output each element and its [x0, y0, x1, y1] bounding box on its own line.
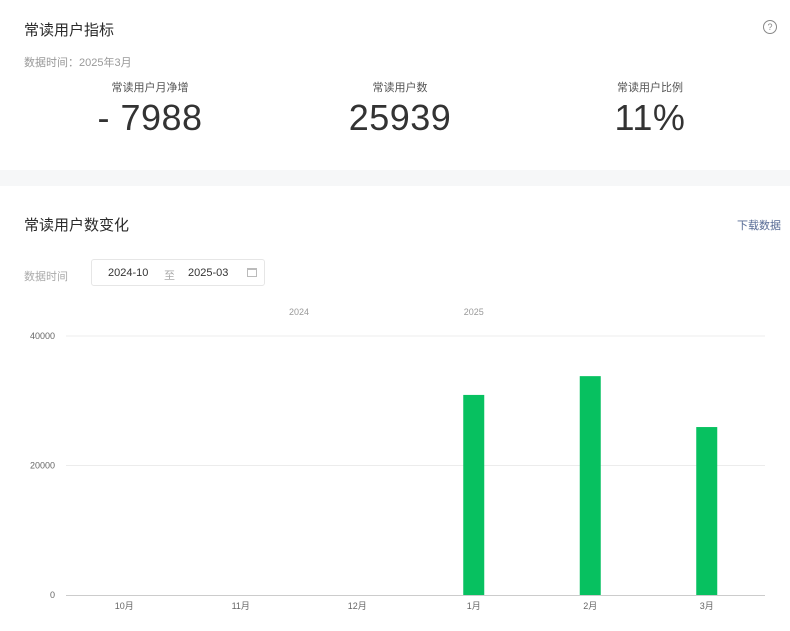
x-tick-label: 11月: [232, 601, 250, 611]
y-tick-label: 40000: [30, 331, 55, 341]
bar: [579, 376, 601, 595]
x-tick-label: 12月: [348, 601, 367, 611]
x-tick-label: 1月: [467, 601, 481, 611]
year-label: 2024: [289, 307, 309, 317]
y-tick-label: 0: [50, 590, 55, 600]
x-tick-label: 2月: [583, 601, 597, 611]
bar-chart: 0 20000 40000 10月 11月 12月 1月 2月 3月 2024 2025: [30, 307, 765, 611]
bar: [463, 394, 485, 595]
x-tick-label: 10月: [115, 601, 134, 611]
year-label: 2025: [464, 307, 484, 317]
bar: [696, 427, 718, 595]
y-tick-label: 20000: [30, 461, 55, 471]
x-tick-label: 3月: [700, 601, 714, 611]
